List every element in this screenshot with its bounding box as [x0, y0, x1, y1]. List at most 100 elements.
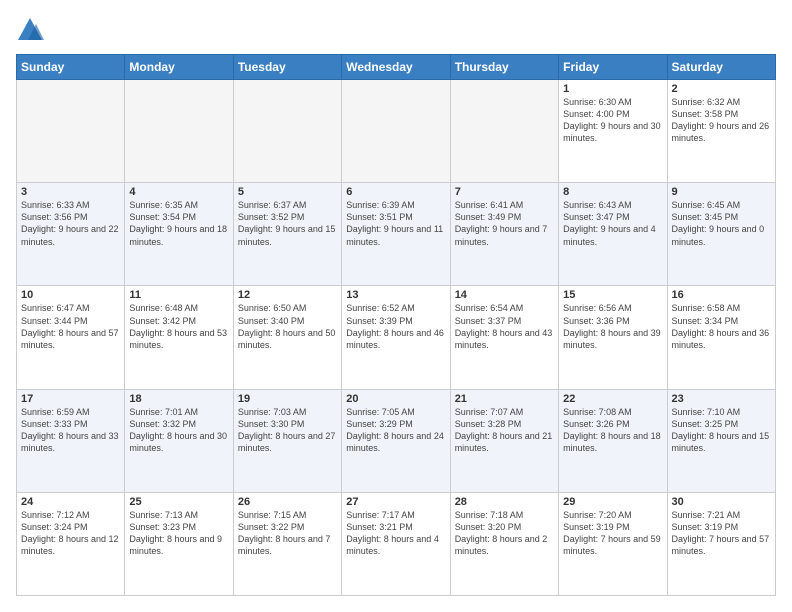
logo-icon	[16, 16, 44, 44]
weekday-header-friday: Friday	[559, 55, 667, 80]
calendar-cell: 3Sunrise: 6:33 AM Sunset: 3:56 PM Daylig…	[17, 183, 125, 286]
day-info: Sunrise: 6:35 AM Sunset: 3:54 PM Dayligh…	[129, 199, 228, 248]
calendar-cell: 16Sunrise: 6:58 AM Sunset: 3:34 PM Dayli…	[667, 286, 775, 389]
day-number: 19	[238, 393, 337, 405]
calendar-cell: 28Sunrise: 7:18 AM Sunset: 3:20 PM Dayli…	[450, 492, 558, 595]
day-number: 4	[129, 186, 228, 198]
calendar-cell	[125, 80, 233, 183]
day-info: Sunrise: 7:15 AM Sunset: 3:22 PM Dayligh…	[238, 509, 337, 558]
calendar-cell: 22Sunrise: 7:08 AM Sunset: 3:26 PM Dayli…	[559, 389, 667, 492]
day-number: 21	[455, 393, 554, 405]
calendar-week-2: 3Sunrise: 6:33 AM Sunset: 3:56 PM Daylig…	[17, 183, 776, 286]
weekday-header-saturday: Saturday	[667, 55, 775, 80]
calendar-cell: 27Sunrise: 7:17 AM Sunset: 3:21 PM Dayli…	[342, 492, 450, 595]
calendar-cell: 10Sunrise: 6:47 AM Sunset: 3:44 PM Dayli…	[17, 286, 125, 389]
day-number: 27	[346, 496, 445, 508]
calendar-cell: 23Sunrise: 7:10 AM Sunset: 3:25 PM Dayli…	[667, 389, 775, 492]
day-number: 7	[455, 186, 554, 198]
calendar-cell	[450, 80, 558, 183]
calendar-week-5: 24Sunrise: 7:12 AM Sunset: 3:24 PM Dayli…	[17, 492, 776, 595]
weekday-header-tuesday: Tuesday	[233, 55, 341, 80]
day-number: 14	[455, 289, 554, 301]
calendar-cell: 1Sunrise: 6:30 AM Sunset: 4:00 PM Daylig…	[559, 80, 667, 183]
day-number: 29	[563, 496, 662, 508]
calendar-cell: 9Sunrise: 6:45 AM Sunset: 3:45 PM Daylig…	[667, 183, 775, 286]
calendar-cell: 25Sunrise: 7:13 AM Sunset: 3:23 PM Dayli…	[125, 492, 233, 595]
day-number: 11	[129, 289, 228, 301]
day-info: Sunrise: 6:54 AM Sunset: 3:37 PM Dayligh…	[455, 302, 554, 351]
day-number: 10	[21, 289, 120, 301]
weekday-header-thursday: Thursday	[450, 55, 558, 80]
day-info: Sunrise: 6:48 AM Sunset: 3:42 PM Dayligh…	[129, 302, 228, 351]
day-info: Sunrise: 6:30 AM Sunset: 4:00 PM Dayligh…	[563, 96, 662, 145]
day-number: 24	[21, 496, 120, 508]
calendar-header-row: SundayMondayTuesdayWednesdayThursdayFrid…	[17, 55, 776, 80]
day-info: Sunrise: 6:43 AM Sunset: 3:47 PM Dayligh…	[563, 199, 662, 248]
calendar-cell	[342, 80, 450, 183]
calendar-week-3: 10Sunrise: 6:47 AM Sunset: 3:44 PM Dayli…	[17, 286, 776, 389]
day-info: Sunrise: 6:45 AM Sunset: 3:45 PM Dayligh…	[672, 199, 771, 248]
day-info: Sunrise: 7:08 AM Sunset: 3:26 PM Dayligh…	[563, 406, 662, 455]
calendar-cell: 8Sunrise: 6:43 AM Sunset: 3:47 PM Daylig…	[559, 183, 667, 286]
day-number: 8	[563, 186, 662, 198]
day-number: 5	[238, 186, 337, 198]
day-number: 20	[346, 393, 445, 405]
day-info: Sunrise: 6:58 AM Sunset: 3:34 PM Dayligh…	[672, 302, 771, 351]
day-info: Sunrise: 7:18 AM Sunset: 3:20 PM Dayligh…	[455, 509, 554, 558]
day-info: Sunrise: 6:50 AM Sunset: 3:40 PM Dayligh…	[238, 302, 337, 351]
header	[16, 16, 776, 44]
day-info: Sunrise: 7:20 AM Sunset: 3:19 PM Dayligh…	[563, 509, 662, 558]
day-info: Sunrise: 6:47 AM Sunset: 3:44 PM Dayligh…	[21, 302, 120, 351]
calendar-cell: 2Sunrise: 6:32 AM Sunset: 3:58 PM Daylig…	[667, 80, 775, 183]
calendar-cell: 24Sunrise: 7:12 AM Sunset: 3:24 PM Dayli…	[17, 492, 125, 595]
page: SundayMondayTuesdayWednesdayThursdayFrid…	[0, 0, 792, 612]
day-number: 3	[21, 186, 120, 198]
calendar-week-4: 17Sunrise: 6:59 AM Sunset: 3:33 PM Dayli…	[17, 389, 776, 492]
calendar-cell: 30Sunrise: 7:21 AM Sunset: 3:19 PM Dayli…	[667, 492, 775, 595]
day-info: Sunrise: 7:07 AM Sunset: 3:28 PM Dayligh…	[455, 406, 554, 455]
day-number: 30	[672, 496, 771, 508]
calendar-cell: 18Sunrise: 7:01 AM Sunset: 3:32 PM Dayli…	[125, 389, 233, 492]
day-number: 16	[672, 289, 771, 301]
calendar-cell: 13Sunrise: 6:52 AM Sunset: 3:39 PM Dayli…	[342, 286, 450, 389]
calendar-cell: 29Sunrise: 7:20 AM Sunset: 3:19 PM Dayli…	[559, 492, 667, 595]
calendar-table: SundayMondayTuesdayWednesdayThursdayFrid…	[16, 54, 776, 596]
day-info: Sunrise: 6:32 AM Sunset: 3:58 PM Dayligh…	[672, 96, 771, 145]
day-info: Sunrise: 7:01 AM Sunset: 3:32 PM Dayligh…	[129, 406, 228, 455]
day-info: Sunrise: 7:05 AM Sunset: 3:29 PM Dayligh…	[346, 406, 445, 455]
day-number: 25	[129, 496, 228, 508]
day-info: Sunrise: 6:52 AM Sunset: 3:39 PM Dayligh…	[346, 302, 445, 351]
weekday-header-sunday: Sunday	[17, 55, 125, 80]
day-number: 28	[455, 496, 554, 508]
day-info: Sunrise: 7:21 AM Sunset: 3:19 PM Dayligh…	[672, 509, 771, 558]
day-number: 22	[563, 393, 662, 405]
calendar-cell	[17, 80, 125, 183]
day-info: Sunrise: 6:56 AM Sunset: 3:36 PM Dayligh…	[563, 302, 662, 351]
calendar-cell: 15Sunrise: 6:56 AM Sunset: 3:36 PM Dayli…	[559, 286, 667, 389]
day-number: 18	[129, 393, 228, 405]
weekday-header-wednesday: Wednesday	[342, 55, 450, 80]
day-number: 17	[21, 393, 120, 405]
calendar-cell: 5Sunrise: 6:37 AM Sunset: 3:52 PM Daylig…	[233, 183, 341, 286]
day-info: Sunrise: 7:12 AM Sunset: 3:24 PM Dayligh…	[21, 509, 120, 558]
calendar-cell: 26Sunrise: 7:15 AM Sunset: 3:22 PM Dayli…	[233, 492, 341, 595]
calendar-cell: 17Sunrise: 6:59 AM Sunset: 3:33 PM Dayli…	[17, 389, 125, 492]
calendar-cell: 12Sunrise: 6:50 AM Sunset: 3:40 PM Dayli…	[233, 286, 341, 389]
day-number: 15	[563, 289, 662, 301]
day-number: 26	[238, 496, 337, 508]
day-info: Sunrise: 6:41 AM Sunset: 3:49 PM Dayligh…	[455, 199, 554, 248]
day-info: Sunrise: 6:39 AM Sunset: 3:51 PM Dayligh…	[346, 199, 445, 248]
day-info: Sunrise: 6:33 AM Sunset: 3:56 PM Dayligh…	[21, 199, 120, 248]
day-info: Sunrise: 7:17 AM Sunset: 3:21 PM Dayligh…	[346, 509, 445, 558]
day-number: 23	[672, 393, 771, 405]
calendar-week-1: 1Sunrise: 6:30 AM Sunset: 4:00 PM Daylig…	[17, 80, 776, 183]
day-info: Sunrise: 6:37 AM Sunset: 3:52 PM Dayligh…	[238, 199, 337, 248]
calendar-cell: 11Sunrise: 6:48 AM Sunset: 3:42 PM Dayli…	[125, 286, 233, 389]
logo	[16, 16, 48, 44]
calendar-cell	[233, 80, 341, 183]
day-info: Sunrise: 7:13 AM Sunset: 3:23 PM Dayligh…	[129, 509, 228, 558]
calendar-cell: 19Sunrise: 7:03 AM Sunset: 3:30 PM Dayli…	[233, 389, 341, 492]
calendar-cell: 7Sunrise: 6:41 AM Sunset: 3:49 PM Daylig…	[450, 183, 558, 286]
day-number: 6	[346, 186, 445, 198]
day-number: 2	[672, 83, 771, 95]
